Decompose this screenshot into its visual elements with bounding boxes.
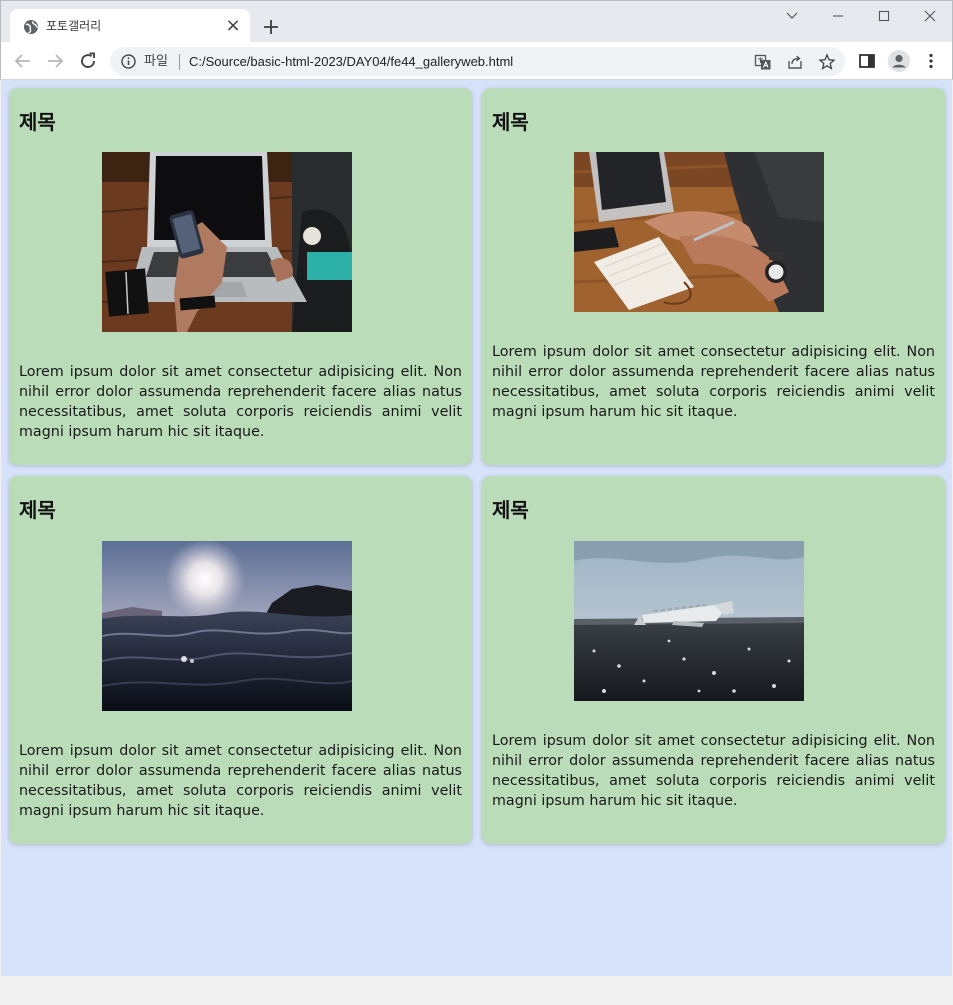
card-heading: 제목 xyxy=(492,498,529,522)
maximize-icon[interactable] xyxy=(873,7,895,25)
minimize-icon[interactable] xyxy=(827,7,849,25)
close-window-icon[interactable] xyxy=(919,7,941,25)
card-text: Lorem ipsum dolor sit amet consectetur a… xyxy=(492,344,935,420)
gallery-card: 제목 Lorem ipsum dolor sit amet consectetu… xyxy=(482,476,945,844)
card-text: Lorem ipsum dolor sit amet consectetur a… xyxy=(492,733,935,809)
tab-strip: 포토갤러리 × xyxy=(0,0,953,44)
site-info-icon[interactable] xyxy=(120,53,137,70)
profile-avatar-icon[interactable] xyxy=(887,49,911,73)
browser-toolbar: 파일 C:/Source/basic-html-2023/DAY04/fe44_… xyxy=(0,42,953,80)
address-separator xyxy=(179,54,180,70)
gallery-card: 제목 Lorem ipsum dolor sit amet consectetu… xyxy=(482,88,945,465)
bookmark-star-icon[interactable] xyxy=(818,53,836,71)
tab-close-icon[interactable]: × xyxy=(224,17,242,35)
card-text: Lorem ipsum dolor sit amet consectetur a… xyxy=(19,743,462,819)
card-heading: 제목 xyxy=(19,498,56,522)
address-bar[interactable]: 파일 C:/Source/basic-html-2023/DAY04/fe44_… xyxy=(110,47,845,76)
share-icon[interactable] xyxy=(786,53,804,71)
more-menu-icon[interactable] xyxy=(921,51,941,71)
browser-tab[interactable]: 포토갤러리 × xyxy=(10,9,250,44)
card-heading: 제목 xyxy=(19,110,56,134)
gallery-card: 제목 Lorem ipsum dolor sit amet consectetu… xyxy=(9,88,472,465)
hands-writing-notebook-photo xyxy=(574,152,824,312)
laptop-and-smartphone-photo xyxy=(102,152,352,332)
browser-chrome: 포토갤러리 × 파일 C:/Source/basic-html-2023/DAY… xyxy=(0,0,953,80)
plane-wreck-beach-photo xyxy=(574,541,804,701)
new-tab-plus-icon[interactable] xyxy=(259,15,283,39)
globe-icon xyxy=(24,20,38,34)
reload-icon[interactable] xyxy=(76,49,100,73)
tab-title: 포토갤러리 xyxy=(46,19,102,33)
ocean-waves-sunset-photo xyxy=(102,541,352,711)
url-text[interactable]: C:/Source/basic-html-2023/DAY04/fe44_gal… xyxy=(189,53,513,70)
forward-arrow-icon[interactable] xyxy=(43,49,67,73)
gallery-card: 제목 Lorem ipsum dolor sit amet consectetu… xyxy=(9,476,472,844)
back-arrow-icon[interactable] xyxy=(11,49,35,73)
tab-search-chevron-icon[interactable] xyxy=(781,7,803,25)
url-scheme-label: 파일 xyxy=(144,54,168,69)
card-heading: 제목 xyxy=(492,110,529,134)
card-text: Lorem ipsum dolor sit amet consectetur a… xyxy=(19,364,462,440)
translate-icon[interactable] xyxy=(754,53,772,71)
side-panel-icon[interactable] xyxy=(857,51,877,71)
page-viewport: 제목 Lorem ipsum dolor sit amet consectetu… xyxy=(1,80,952,976)
